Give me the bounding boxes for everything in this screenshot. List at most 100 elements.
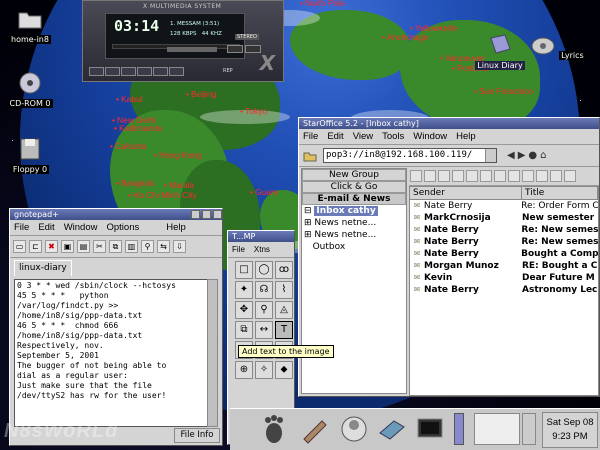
- menu-file[interactable]: File: [14, 222, 29, 233]
- magnify-icon[interactable]: ⚲: [255, 301, 273, 319]
- stop-button[interactable]: [137, 67, 152, 76]
- crop-icon[interactable]: ◬: [275, 301, 293, 319]
- terminal-icon[interactable]: [414, 413, 446, 445]
- message-row[interactable]: ✉ Morgan Munoz RE: Bought a C: [410, 260, 598, 272]
- xmms-eq-button[interactable]: [227, 45, 243, 53]
- vertical-scrollbar[interactable]: [207, 279, 218, 427]
- prev-button[interactable]: [89, 67, 104, 76]
- tree-item-inbox[interactable]: ⊟ Inbox cathy: [304, 205, 378, 217]
- workspace-pager[interactable]: [474, 413, 520, 445]
- copy-icon[interactable]: ⧉: [109, 240, 122, 253]
- move-icon[interactable]: ✥: [235, 301, 253, 319]
- gimp-titlebar[interactable]: T...MP: [228, 231, 294, 242]
- new-file-icon[interactable]: ▭: [13, 240, 26, 253]
- xmms-volume-slider[interactable]: [167, 47, 217, 52]
- desktop-icon-home[interactable]: home-in8: [0, 8, 60, 45]
- message-row[interactable]: ✉ Nate Berry Re: New semes: [410, 224, 598, 236]
- toolbar-button[interactable]: [480, 170, 492, 182]
- menu-help[interactable]: Help: [166, 222, 186, 233]
- desktop-icon-cdrom[interactable]: CD-ROM 0: [0, 72, 60, 109]
- menu-edit[interactable]: Edit: [38, 222, 54, 233]
- menu-file[interactable]: File: [303, 131, 318, 142]
- fuzzy-select-icon[interactable]: ✦: [235, 281, 253, 299]
- tree-item-outbox[interactable]: Outbox: [304, 241, 378, 253]
- folder-icon[interactable]: [303, 150, 317, 162]
- tasklist-arrows[interactable]: [522, 413, 536, 445]
- text-editor-area[interactable]: 0 3 * * wed /sbin/clock --hctosys 45 5 *…: [14, 279, 208, 427]
- transform-icon[interactable]: ⧉: [235, 321, 253, 339]
- message-row[interactable]: ✉ Nate Berry Astronomy Lec: [410, 284, 598, 296]
- toolbar-button[interactable]: [522, 170, 534, 182]
- menu-window[interactable]: Window: [64, 222, 98, 233]
- toolbar-button[interactable]: [494, 170, 506, 182]
- toolbar-button[interactable]: [438, 170, 450, 182]
- desktop-icon-linux-diary[interactable]: Linux Diary: [470, 34, 530, 71]
- save-icon[interactable]: ▣: [61, 240, 74, 253]
- group-click-go[interactable]: Click & Go: [302, 181, 406, 193]
- panel-clock[interactable]: Sat Sep 08 9:23 PM: [542, 412, 598, 448]
- menu-tools[interactable]: Tools: [382, 131, 404, 142]
- menu-help[interactable]: Help: [456, 131, 476, 142]
- desktop-icon-floppy[interactable]: Floppy 0: [0, 138, 60, 175]
- staroffice-titlebar[interactable]: StarOffice 5.2 - [Inbox cathy]: [299, 118, 599, 129]
- fill-icon[interactable]: ⬥: [275, 361, 293, 379]
- editor-icon[interactable]: [300, 413, 332, 445]
- flip-icon[interactable]: ↔: [255, 321, 273, 339]
- clone-icon[interactable]: ⊕: [235, 361, 253, 379]
- tab-linux-diary[interactable]: linux-diary: [14, 260, 72, 276]
- nav-arrows-icon[interactable]: ◀▶●⌂: [507, 150, 549, 161]
- replace-icon[interactable]: ⇆: [157, 240, 170, 253]
- group-new[interactable]: New Group: [302, 169, 406, 181]
- toolbar-button[interactable]: [452, 170, 464, 182]
- open-file-icon[interactable]: ⊏: [29, 240, 42, 253]
- column-sender[interactable]: Sender: [410, 187, 522, 199]
- ellipse-select-icon[interactable]: ◯: [255, 261, 273, 279]
- menu-edit[interactable]: Edit: [327, 131, 343, 142]
- message-row[interactable]: ✉ Kevin Dear Future M: [410, 272, 598, 284]
- url-dropdown[interactable]: [485, 149, 496, 162]
- paste-icon[interactable]: ▥: [125, 240, 138, 253]
- close-file-icon[interactable]: ✖: [45, 240, 58, 253]
- bezier-icon[interactable]: ☊: [255, 281, 273, 299]
- menu-window[interactable]: Window: [413, 131, 447, 142]
- message-row[interactable]: ✉ Nate Berry Bought a Comp: [410, 248, 598, 260]
- message-row[interactable]: ✉ Nate Berry Re: Order Form C: [410, 200, 598, 212]
- file-info-button[interactable]: File Info: [174, 428, 220, 443]
- play-button[interactable]: [105, 67, 120, 76]
- airbrush-icon[interactable]: ✧: [255, 361, 273, 379]
- close-button[interactable]: [213, 210, 222, 219]
- gnome-foot-icon[interactable]: [258, 413, 290, 445]
- help-icon[interactable]: [338, 413, 370, 445]
- group-email-news[interactable]: E-mail & News: [302, 193, 406, 205]
- toolbar-button[interactable]: [466, 170, 478, 182]
- message-row[interactable]: ✉ MarkCrnosija New semester: [410, 212, 598, 224]
- toolbar-button[interactable]: [424, 170, 436, 182]
- goto-icon[interactable]: ⇩: [173, 240, 186, 253]
- message-row[interactable]: ✉ Nate Berry Re: New semes: [410, 236, 598, 248]
- toolbar-button[interactable]: [550, 170, 562, 182]
- url-input[interactable]: pop3://in8@192.168.100.119/: [323, 148, 497, 163]
- eject-button[interactable]: [169, 67, 184, 76]
- minimize-button[interactable]: [191, 210, 200, 219]
- desktop-icon-lyrics[interactable]: Lyrics: [528, 34, 588, 61]
- maximize-button[interactable]: [202, 210, 211, 219]
- scissors-icon[interactable]: ⌇: [275, 281, 293, 299]
- tree-item-news1[interactable]: ⊞ News netne...: [304, 217, 378, 229]
- menu-view[interactable]: View: [353, 131, 373, 142]
- text-tool-icon[interactable]: T: [275, 321, 293, 339]
- toolbar-button[interactable]: [536, 170, 548, 182]
- next-button[interactable]: [153, 67, 168, 76]
- tree-item-news2[interactable]: ⊞ News netne...: [304, 229, 378, 241]
- rect-select-icon[interactable]: □: [235, 261, 253, 279]
- print-icon[interactable]: ▤: [77, 240, 90, 253]
- gnotepad-titlebar[interactable]: gnotepad+: [10, 209, 222, 220]
- pager-icon[interactable]: [454, 413, 464, 445]
- column-title[interactable]: Title: [522, 187, 598, 199]
- gnotepad-window[interactable]: gnotepad+ File Edit Window Options Help …: [9, 208, 223, 446]
- menu-file[interactable]: File: [232, 245, 245, 254]
- menu-options[interactable]: Options: [106, 222, 139, 233]
- settings-icon[interactable]: [376, 413, 408, 445]
- lasso-icon[interactable]: ꝏ: [275, 261, 293, 279]
- toolbar-button[interactable]: [564, 170, 576, 182]
- xmms-player[interactable]: X MULTIMEDIA SYSTEM 03:14 1. MESSAM (3:5…: [82, 0, 284, 82]
